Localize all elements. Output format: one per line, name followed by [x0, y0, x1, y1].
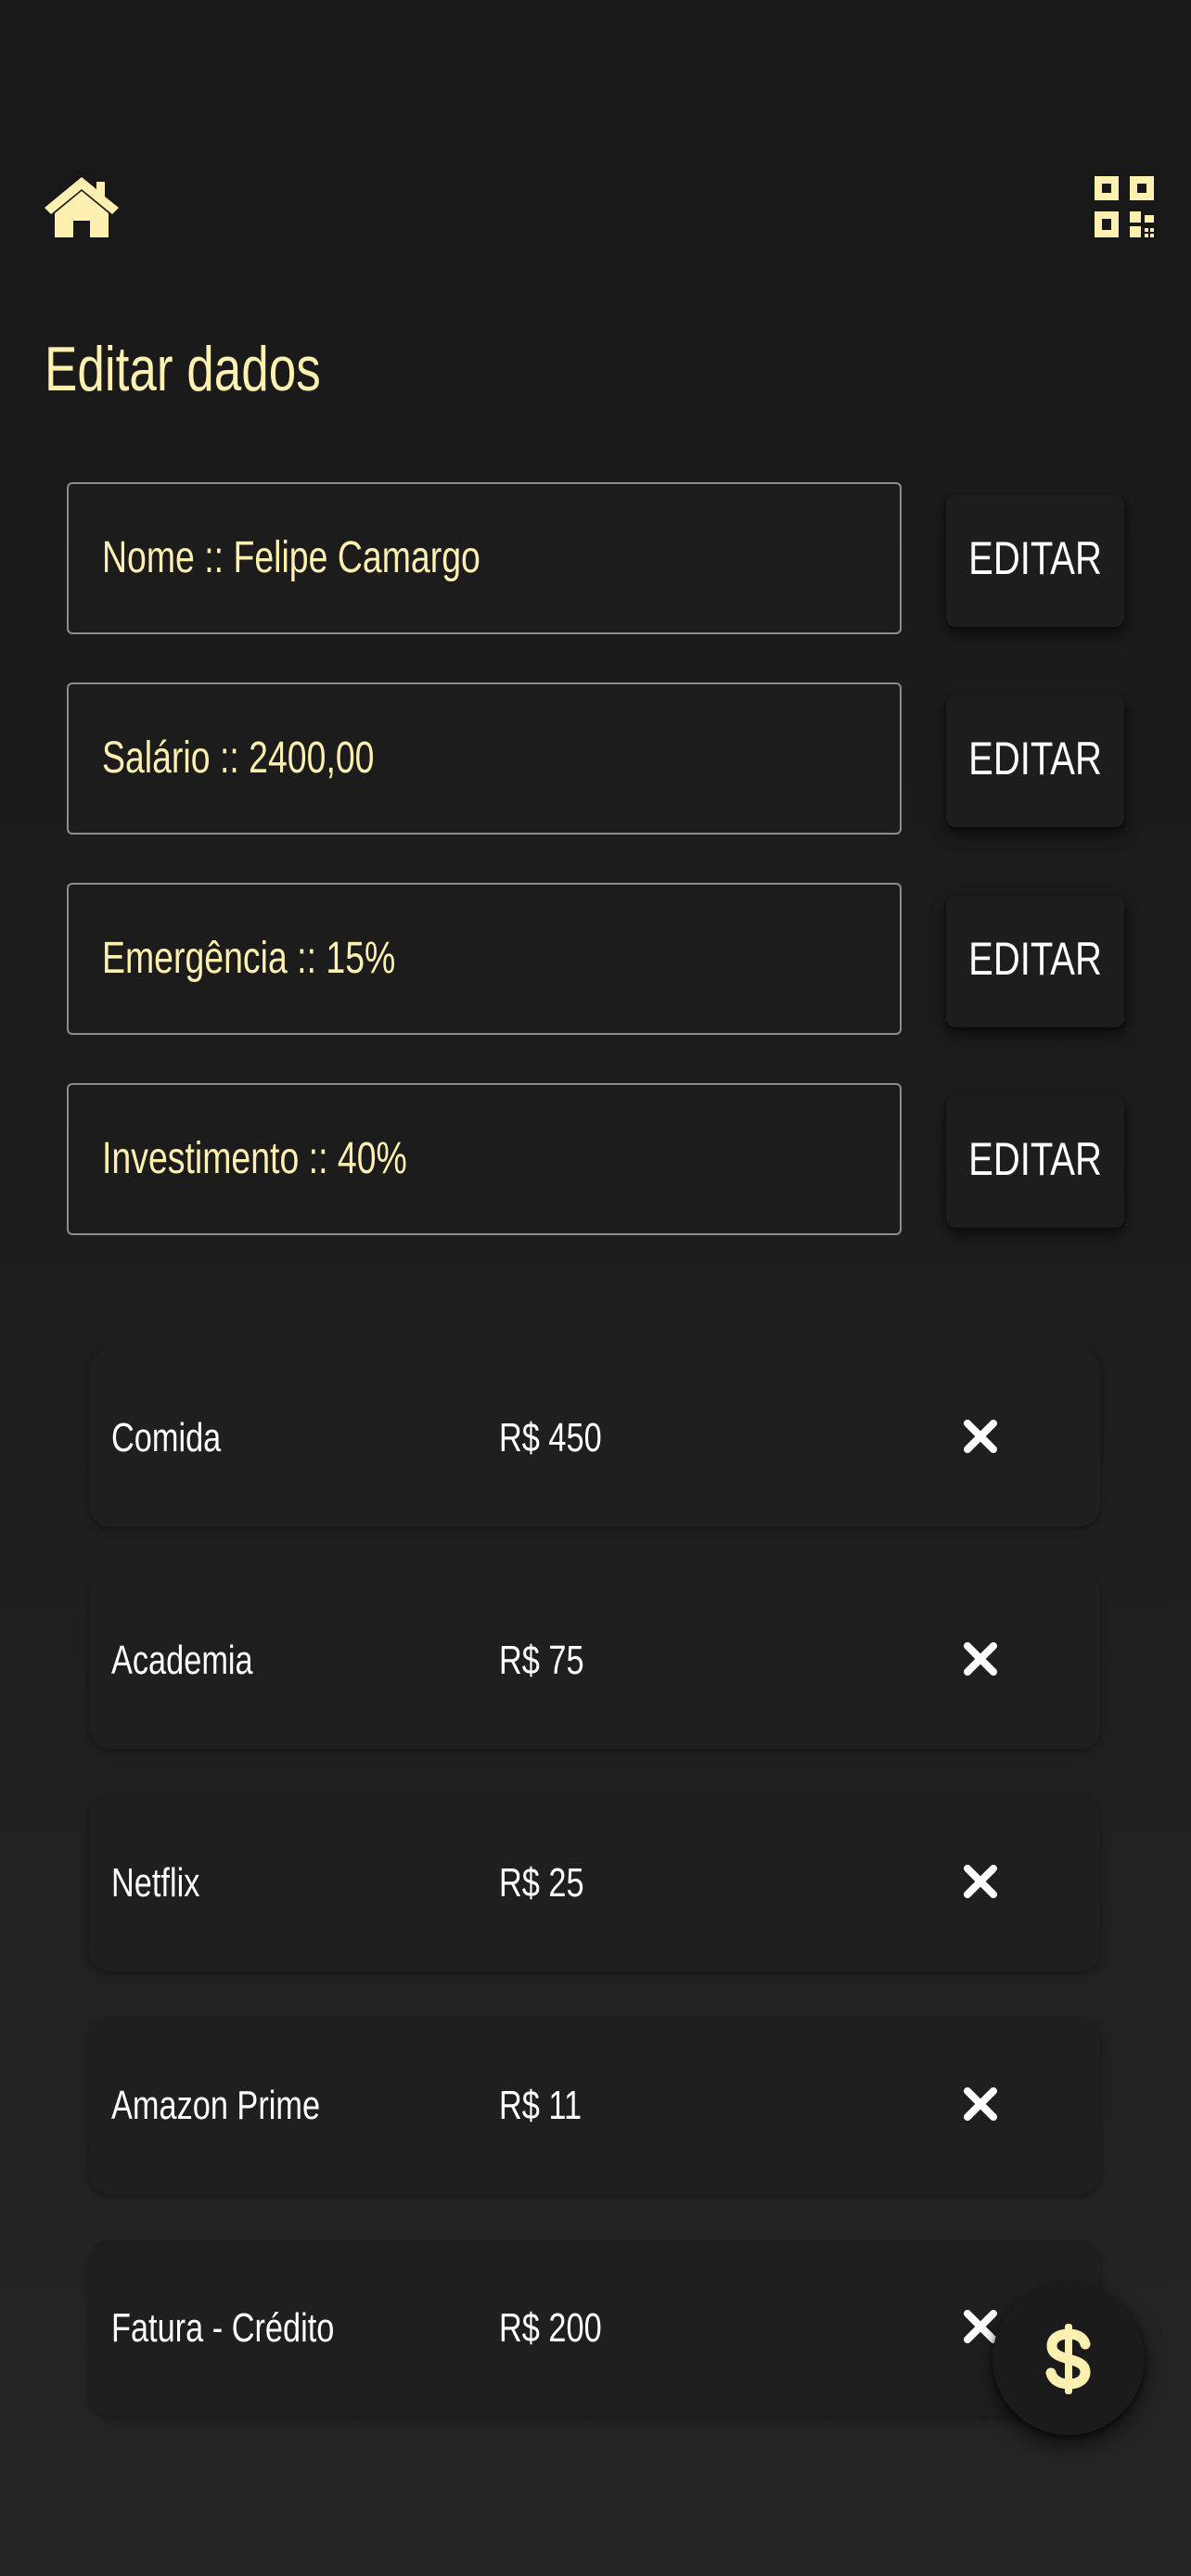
nome-field-text: Nome :: Felipe Camargo [102, 533, 480, 582]
dollar-icon [1045, 2324, 1091, 2394]
field-row-emergencia: Emergência :: 15% EDITAR [67, 883, 1124, 1039]
edit-nome-button[interactable]: EDITAR [946, 495, 1124, 627]
expense-item: Comida R$ 450 [89, 1350, 1100, 1526]
expense-item: Netflix R$ 25 [89, 1795, 1100, 1971]
expense-value: R$ 25 [499, 1860, 584, 1906]
expense-name: Comida [111, 1415, 222, 1460]
nome-field[interactable]: Nome :: Felipe Camargo [67, 482, 902, 634]
edit-investimento-button[interactable]: EDITAR [946, 1096, 1124, 1228]
top-bar [0, 0, 1191, 283]
close-icon[interactable] [963, 2309, 998, 2344]
investimento-field[interactable]: Investimento :: 40% [67, 1083, 902, 1235]
expense-name: Fatura - Crédito [111, 2305, 335, 2351]
expense-name: Netflix [111, 1860, 200, 1906]
expense-value: R$ 200 [499, 2305, 602, 2351]
expense-item: Amazon Prime R$ 11 [89, 2018, 1100, 2194]
field-row-investimento: Investimento :: 40% EDITAR [67, 1083, 1124, 1239]
salario-field-text: Salário :: 2400,00 [102, 733, 375, 783]
investimento-field-text: Investimento :: 40% [102, 1134, 407, 1183]
qr-code-icon[interactable] [1095, 176, 1154, 237]
expense-item: Academia R$ 75 [89, 1573, 1100, 1749]
edit-emergencia-button-label: EDITAR [968, 933, 1102, 985]
close-icon[interactable] [963, 2086, 998, 2122]
close-icon[interactable] [963, 1864, 998, 1899]
edit-nome-button-label: EDITAR [968, 532, 1102, 584]
close-icon[interactable] [963, 1419, 998, 1454]
expense-name: Academia [111, 1638, 253, 1683]
emergencia-field[interactable]: Emergência :: 15% [67, 883, 902, 1035]
add-expense-fab[interactable] [992, 2283, 1145, 2435]
edit-salario-button[interactable]: EDITAR [946, 695, 1124, 827]
close-icon[interactable] [963, 1641, 998, 1677]
page-title: Editar dados [45, 334, 321, 404]
edit-investimento-button-label: EDITAR [968, 1133, 1102, 1185]
salario-field[interactable]: Salário :: 2400,00 [67, 682, 902, 835]
home-icon[interactable] [43, 174, 121, 239]
expense-item: Fatura - Crédito R$ 200 [89, 2240, 1100, 2417]
expense-value: R$ 75 [499, 1638, 584, 1683]
expense-value: R$ 450 [499, 1415, 602, 1460]
expense-value: R$ 11 [499, 2083, 583, 2128]
emergencia-field-text: Emergência :: 15% [102, 934, 396, 983]
field-row-salario: Salário :: 2400,00 EDITAR [67, 682, 1124, 838]
edit-emergencia-button[interactable]: EDITAR [946, 896, 1124, 1027]
edit-salario-button-label: EDITAR [968, 733, 1102, 784]
field-row-nome: Nome :: Felipe Camargo EDITAR [67, 482, 1124, 638]
expense-name: Amazon Prime [111, 2083, 321, 2128]
